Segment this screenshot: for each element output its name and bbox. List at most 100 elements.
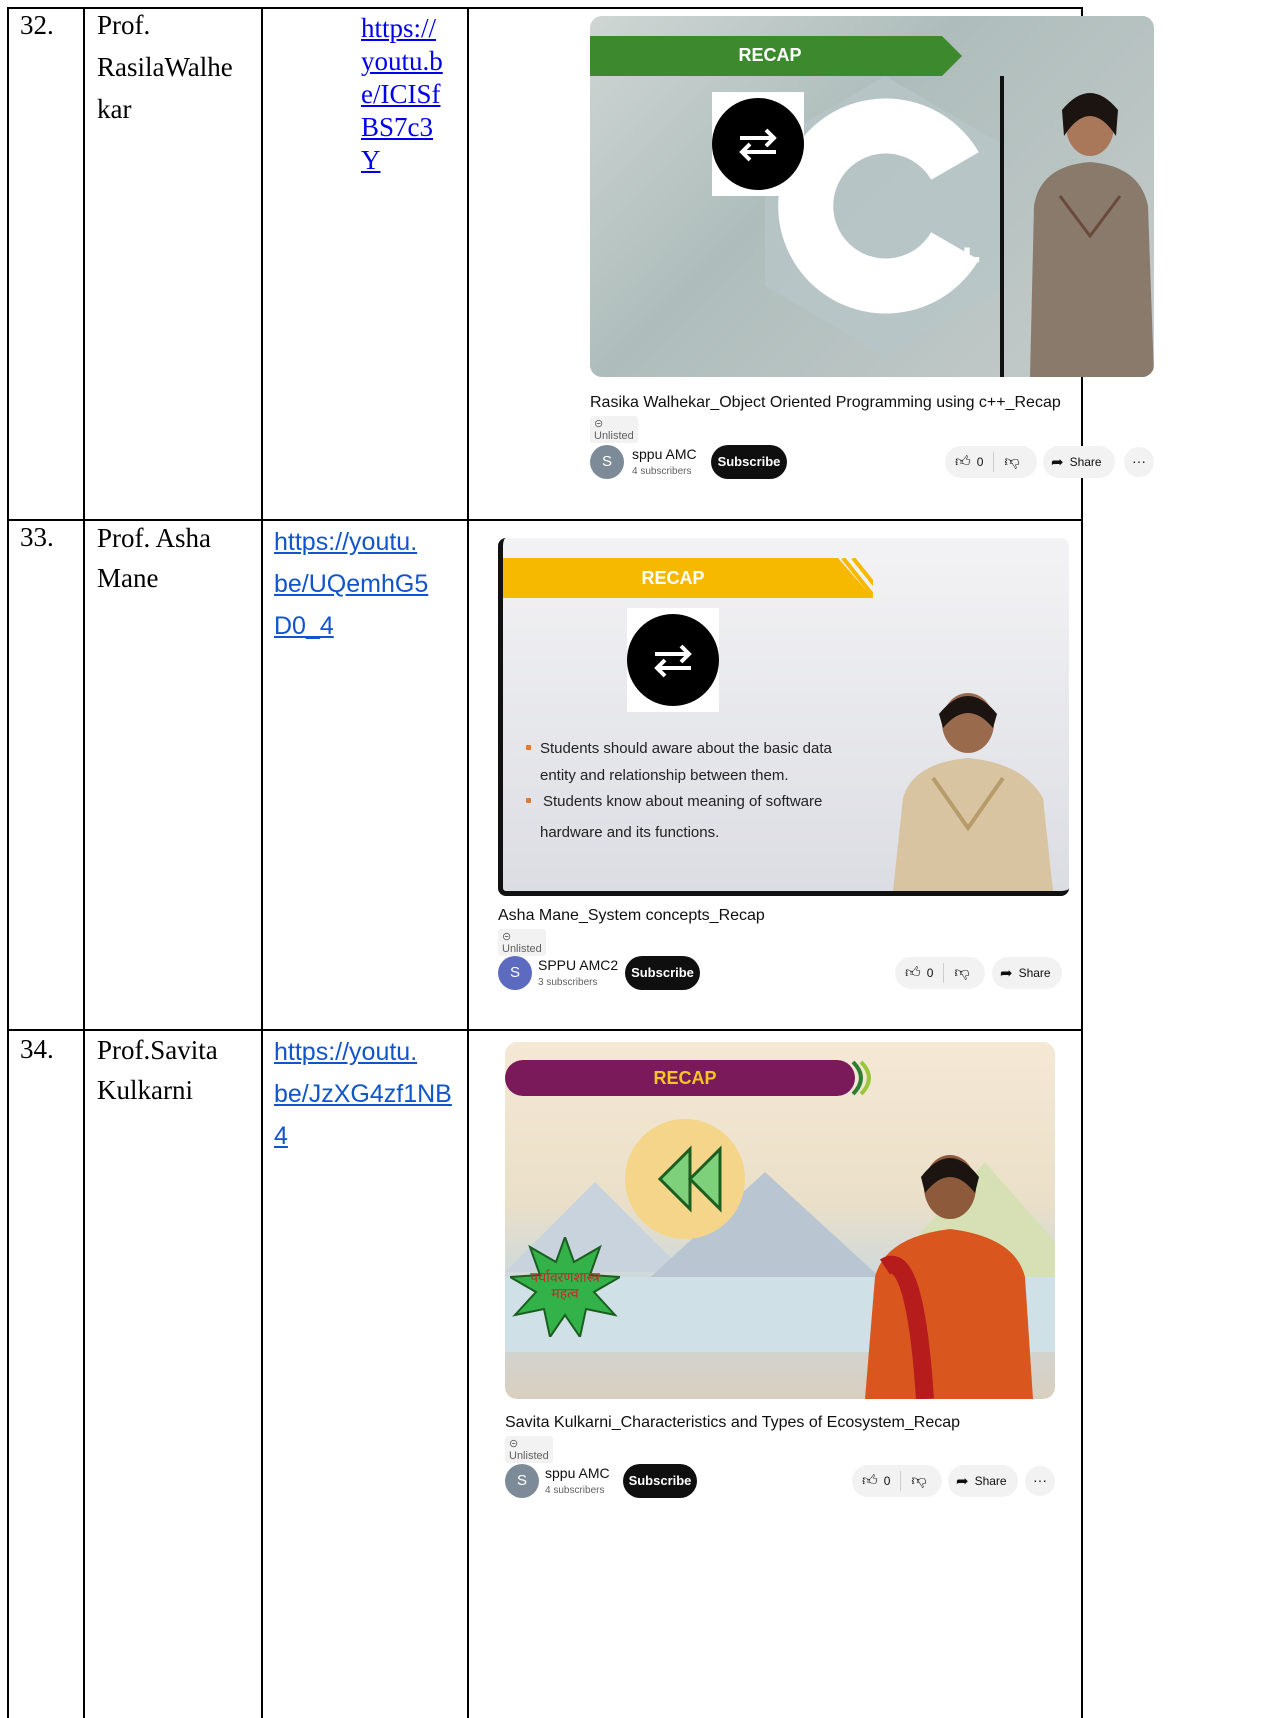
badge-line: पर्यावरणशास्त्र [530,1270,600,1286]
badge-line: महत्व [551,1286,579,1302]
link-line[interactable]: be/UQemhG5 [274,563,464,605]
like-icon[interactable]: 👍︎ [905,964,921,982]
video-link[interactable]: https://youtu. be/UQemhG5 D0_4 [274,521,464,647]
video-title[interactable]: Asha Mane_System concepts_Recap [498,907,765,925]
svg-text:++: ++ [925,234,981,287]
name-line: RasilaWalhe [97,52,233,82]
share-button[interactable]: ➦ Share [992,957,1062,989]
bullet-text: hardware and its functions. [540,824,720,841]
name-line: Kulkarni [97,1075,193,1105]
video-title[interactable]: Savita Kulkarni_Characteristics and Type… [505,1414,960,1432]
link-line[interactable]: D0_4 [274,605,464,647]
more-options-button[interactable]: ··· [1124,447,1154,477]
like-count: 0 [976,455,984,469]
like-icon[interactable]: 👍︎ [955,453,971,471]
unlisted-label: Unlisted [502,943,542,955]
channel-name[interactable]: sppu AMC [545,1465,610,1481]
faculty-name: Prof.Savita Kulkarni [97,1030,218,1110]
col-border-1 [83,7,85,1718]
bullet-text: Students know about meaning of software [543,793,823,810]
link-line[interactable]: https:// [361,12,461,45]
channel-avatar[interactable]: S [498,956,532,990]
share-label: Share [974,1474,1007,1488]
col-border-left [7,7,9,1718]
subscribe-button[interactable]: Subscribe [625,956,700,990]
name-line: Prof.Savita [97,1035,218,1065]
channel-name[interactable]: SPPU AMC2 [538,957,618,973]
link-line[interactable]: e/ICISf [361,78,461,111]
pill-divider [993,452,995,472]
video-title[interactable]: Rasika Walhekar_Object Oriented Programm… [590,394,1061,412]
subscriber-count: 3 subscribers [538,977,598,988]
link-line[interactable]: be/JzXG4zf1NB [274,1073,464,1115]
video-thumbnail[interactable]: RECAP ++ [590,16,1154,377]
subscriber-count: 4 subscribers [632,466,692,477]
video-thumbnail[interactable]: RECAP Students should aware about the ba… [498,538,1069,896]
subscribe-button[interactable]: Subscribe [623,1464,697,1498]
subscriber-count: 4 subscribers [545,1485,605,1496]
unlisted-badge: ⊝ Unlisted [498,929,546,956]
unlisted-badge: ⊝ Unlisted [590,416,638,443]
col-border-2 [261,7,263,1718]
badge-label: पर्यावरणशास्त्र महत्व [513,1270,617,1302]
share-button[interactable]: ➦ Share [1043,446,1115,478]
bullet-text: entity and relationship between them. [540,767,789,784]
faculty-name: Prof. RasilaWalhe kar [97,4,233,130]
unlisted-badge: ⊝ Unlisted [505,1436,553,1463]
pill-divider [900,1471,902,1491]
share-icon: ➦ [1000,965,1013,982]
video-link[interactable]: https://youtu. be/JzXG4zf1NB 4 [274,1031,464,1157]
recap-banner-label: RECAP [738,45,802,65]
share-label: Share [1069,455,1102,469]
presenter-figure [1000,76,1154,377]
like-icon[interactable]: 👍︎ [862,1472,878,1490]
name-line: Prof. Asha [97,523,211,553]
link-line[interactable]: https://youtu. [274,521,464,563]
link-line[interactable]: Y [361,144,461,177]
dislike-icon[interactable]: 👎︎ [911,1472,926,1490]
presenter-figure [865,1155,1033,1399]
name-line: Mane [97,563,159,593]
faculty-name: Prof. Asha Mane [97,518,211,598]
subscribe-button[interactable]: Subscribe [711,445,787,479]
share-label: Share [1018,966,1051,980]
repeat-icon [712,98,804,190]
share-button[interactable]: ➦ Share [948,1465,1018,1497]
repeat-icon [627,614,719,706]
link-line[interactable]: youtu.b [361,45,461,78]
dislike-icon[interactable]: 👎︎ [1004,453,1019,471]
video-thumbnail[interactable]: RECAP पर्यावरणशास्त्र महत्व [505,1042,1055,1399]
bullet-marker [526,745,531,750]
link-line[interactable]: https://youtu. [274,1031,464,1073]
rewind-icon [625,1119,745,1239]
presenter-figure [893,693,1053,891]
recap-banner-label: RECAP [641,568,705,588]
dislike-icon[interactable]: 👎︎ [954,964,969,982]
video-link[interactable]: https:// youtu.b e/ICISf BS7c3 Y [361,12,461,177]
channel-avatar[interactable]: S [590,445,624,479]
link-line[interactable]: BS7c3 [361,111,461,144]
like-dislike-pill: 👍︎ 0 👎︎ [945,446,1037,478]
name-line: Prof. [97,10,151,40]
serial-number: 34. [20,1034,54,1064]
link-line[interactable]: 4 [274,1115,464,1157]
like-dislike-pill: 👍︎ 0 👎︎ [852,1465,942,1497]
share-icon: ➦ [1051,454,1064,471]
like-count: 0 [883,1474,891,1488]
more-options-button[interactable]: ··· [1025,1466,1055,1496]
channel-avatar[interactable]: S [505,1464,539,1498]
name-line: kar [97,94,132,124]
like-dislike-pill: 👍︎ 0 👎︎ [895,957,985,989]
bullet-text: Students should aware about the basic da… [540,740,832,757]
col-border-3 [467,7,469,1718]
recap-banner-label: RECAP [653,1068,717,1088]
bullet-marker [526,798,531,803]
pill-divider [943,963,945,983]
serial-number: 33. [20,522,54,552]
unlisted-label: Unlisted [594,430,634,442]
channel-name[interactable]: sppu AMC [632,446,697,462]
like-count: 0 [926,966,934,980]
share-icon: ➦ [956,1473,969,1490]
serial-number: 32. [20,10,54,40]
unlisted-label: Unlisted [509,1450,549,1462]
